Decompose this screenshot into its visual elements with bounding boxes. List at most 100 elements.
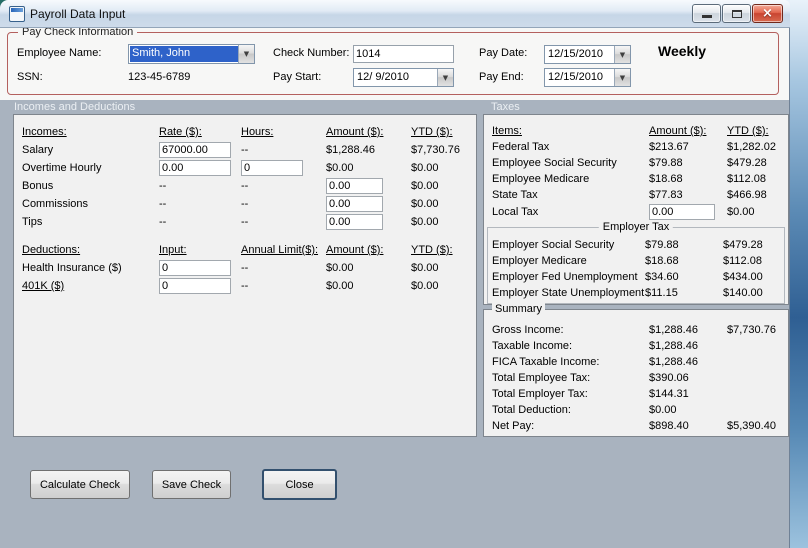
table-row: Salary -- $1,288.46 $7,730.76 bbox=[14, 141, 476, 159]
titlebar[interactable]: Payroll Data Input × bbox=[0, 0, 790, 28]
tax-ytd: $0.00 bbox=[727, 206, 755, 218]
summary-label: Total Employee Tax: bbox=[492, 372, 591, 384]
deduction-ytd: $0.00 bbox=[411, 262, 439, 274]
401k-input[interactable] bbox=[159, 278, 231, 294]
summary-amount: $144.31 bbox=[649, 388, 689, 400]
income-label: Commissions bbox=[22, 198, 89, 210]
table-row: Health Insurance ($) -- $0.00 $0.00 bbox=[14, 259, 476, 277]
summary-label: Taxable Income: bbox=[492, 340, 573, 352]
dropdown-arrow-icon: ▼ bbox=[442, 73, 449, 82]
dropdown-arrow-icon: ▼ bbox=[619, 73, 626, 82]
table-row: Employee Social Security $79.88 $479.28 bbox=[484, 155, 788, 171]
health-insurance-input[interactable] bbox=[159, 260, 231, 276]
salary-rate-input[interactable] bbox=[159, 142, 231, 158]
employee-name-label: Employee Name: bbox=[17, 47, 102, 59]
tax-label: Employer State Unemployment bbox=[492, 287, 645, 299]
pay-date-datepicker[interactable]: 12/15/2010 ▼ bbox=[544, 45, 631, 64]
income-rate: -- bbox=[159, 180, 167, 192]
summary-amount: $1,288.46 bbox=[649, 324, 698, 336]
table-row: Gross Income: $1,288.46 $7,730.76 bbox=[484, 322, 788, 338]
ssn-value: 123-45-6789 bbox=[128, 71, 191, 83]
income-rate: -- bbox=[159, 216, 167, 228]
check-number-input[interactable] bbox=[353, 45, 454, 63]
deduction-label-401k: 401K ($) bbox=[22, 280, 65, 292]
save-check-button[interactable]: Save Check bbox=[152, 470, 231, 499]
close-form-button[interactable]: Close bbox=[262, 469, 337, 500]
col-header: Deductions: bbox=[22, 244, 81, 256]
close-icon: × bbox=[762, 5, 773, 21]
summary-title: Summary bbox=[492, 303, 546, 315]
taxes-header-row: Items: Amount ($): YTD ($): bbox=[484, 123, 788, 139]
col-header: YTD ($): bbox=[727, 125, 769, 137]
income-ytd: $0.00 bbox=[411, 216, 439, 228]
local-tax-input[interactable] bbox=[649, 204, 715, 220]
overtime-rate-input[interactable] bbox=[159, 160, 231, 176]
deduction-amount: $0.00 bbox=[326, 262, 354, 274]
pay-end-label: Pay End: bbox=[479, 71, 524, 83]
table-row: State Tax $77.83 $466.98 bbox=[484, 187, 788, 203]
overtime-hours-input[interactable] bbox=[241, 160, 303, 176]
col-header: YTD ($): bbox=[411, 126, 453, 138]
paycheck-info-title: Pay Check Information bbox=[18, 28, 138, 38]
deduction-label: Health Insurance ($) bbox=[22, 262, 122, 274]
taxes-panel: Items: Amount ($): YTD ($): Federal Tax … bbox=[483, 114, 789, 305]
commissions-amount-input[interactable] bbox=[326, 196, 383, 212]
pay-date-dropdown-button[interactable]: ▼ bbox=[614, 46, 630, 63]
window-title: Payroll Data Input bbox=[30, 7, 126, 21]
employee-name-combobox[interactable]: Smith, John ▼ bbox=[128, 44, 255, 64]
col-header: Hours: bbox=[241, 126, 274, 138]
bonus-amount-input[interactable] bbox=[326, 178, 383, 194]
tips-amount-input[interactable] bbox=[326, 214, 383, 230]
payroll-window: Payroll Data Input × Pay Check Informati… bbox=[0, 0, 790, 548]
income-rate: -- bbox=[159, 198, 167, 210]
check-number-label: Check Number: bbox=[273, 47, 350, 59]
summary-ytd: $7,730.76 bbox=[727, 324, 776, 336]
employee-name-dropdown-button[interactable]: ▼ bbox=[238, 45, 254, 63]
table-row: Tips -- -- $0.00 bbox=[14, 213, 476, 231]
income-hours: -- bbox=[241, 198, 249, 210]
pay-start-value: 12/ 9/2010 bbox=[357, 71, 409, 83]
table-row: Employee Medicare $18.68 $112.08 bbox=[484, 171, 788, 187]
tax-label: Employer Fed Unemployment bbox=[492, 271, 638, 283]
table-row: FICA Taxable Income: $1,288.46 bbox=[484, 354, 788, 370]
deduction-limit: -- bbox=[241, 262, 249, 274]
pay-end-dropdown-button[interactable]: ▼ bbox=[614, 69, 630, 86]
pay-start-datepicker[interactable]: 12/ 9/2010 ▼ bbox=[353, 68, 454, 87]
pay-date-value: 12/15/2010 bbox=[548, 48, 604, 60]
tax-label: Employer Medicare bbox=[492, 255, 587, 267]
tax-label: Local Tax bbox=[492, 206, 539, 218]
tax-label: Employee Social Security bbox=[492, 157, 617, 169]
summary-amount: $1,288.46 bbox=[649, 356, 698, 368]
calculate-check-button[interactable]: Calculate Check bbox=[30, 470, 130, 499]
maximize-icon bbox=[731, 9, 742, 18]
tax-amount: $11.15 bbox=[645, 287, 678, 299]
tax-amount: $34.60 bbox=[645, 271, 679, 283]
maximize-button[interactable] bbox=[722, 4, 751, 23]
col-header: Items: bbox=[492, 125, 522, 137]
income-ytd: $0.00 bbox=[411, 198, 439, 210]
app-icon bbox=[9, 6, 25, 22]
pay-end-datepicker[interactable]: 12/15/2010 ▼ bbox=[544, 68, 631, 87]
col-header: Input: bbox=[159, 244, 187, 256]
deduction-amount: $0.00 bbox=[326, 280, 354, 292]
tax-label: Employee Medicare bbox=[492, 173, 590, 185]
deductions-header-row: Deductions: Input: Annual Limit($): Amou… bbox=[14, 241, 476, 259]
summary-label: Net Pay: bbox=[492, 420, 535, 432]
tax-label: Federal Tax bbox=[492, 141, 550, 153]
minimize-button[interactable] bbox=[692, 4, 721, 23]
income-hours: -- bbox=[241, 216, 249, 228]
table-row: Total Deduction: $0.00 bbox=[484, 402, 788, 418]
table-row: 401K ($) -- $0.00 $0.00 bbox=[14, 277, 476, 295]
pay-start-dropdown-button[interactable]: ▼ bbox=[437, 69, 453, 86]
close-button[interactable]: × bbox=[752, 4, 783, 23]
income-amount: $1,288.46 bbox=[326, 144, 375, 156]
summary-amount: $898.40 bbox=[649, 420, 689, 432]
incomes-section-label: Incomes and Deductions bbox=[14, 101, 136, 113]
summary-label: FICA Taxable Income: bbox=[492, 356, 600, 368]
income-label: Salary bbox=[22, 144, 54, 156]
table-row: Total Employer Tax: $144.31 bbox=[484, 386, 788, 402]
dropdown-arrow-icon: ▼ bbox=[243, 50, 250, 58]
table-row: Employer State Unemployment $11.15 $140.… bbox=[488, 285, 784, 301]
summary-label: Total Employer Tax: bbox=[492, 388, 588, 400]
table-row: Employer Medicare $18.68 $112.08 bbox=[488, 253, 784, 269]
